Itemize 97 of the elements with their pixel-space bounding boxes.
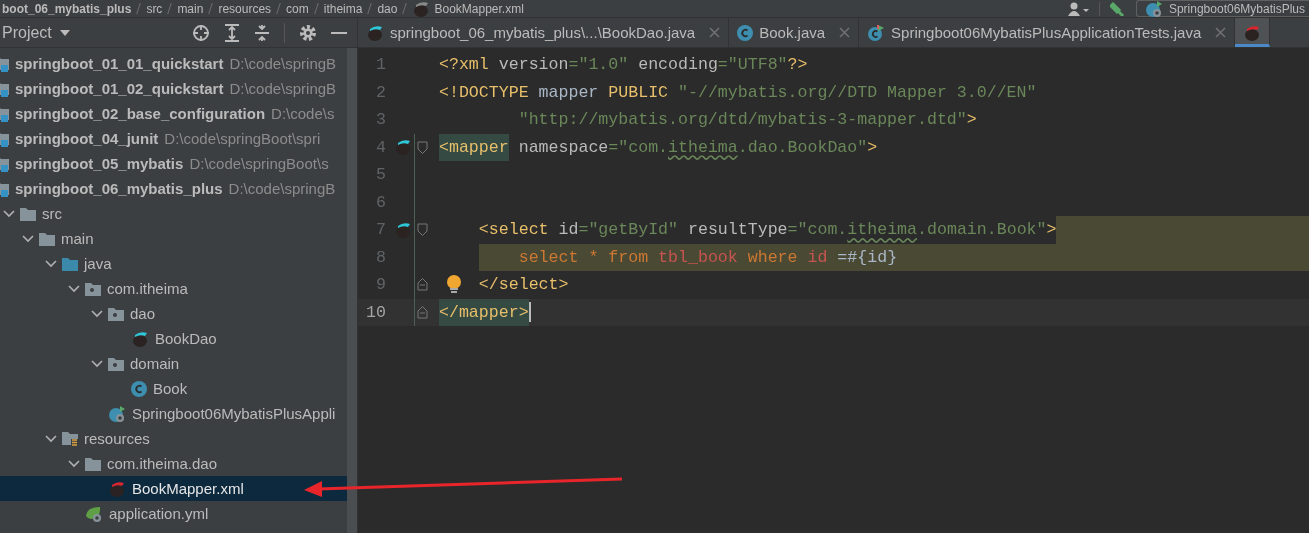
line-number: 5	[375, 165, 387, 185]
bird-icon	[108, 480, 126, 497]
module-path: D:\code\springB	[228, 180, 336, 197]
run-configuration-dropdown[interactable]: Springboot06MybatisPlus	[1135, 0, 1309, 17]
tree-item[interactable]: springboot_05_mybatis	[0, 151, 184, 176]
tree-item[interactable]: springboot_01_02_quickstart	[0, 76, 224, 101]
folder-icon	[85, 456, 101, 471]
code-line: <select id="getById" resultType="com.itheima.domain.Book">	[478, 219, 1057, 242]
editor-tab[interactable]: Springboot06MybatisPlusApplicationTests.java	[859, 18, 1236, 47]
text-caret	[528, 302, 531, 323]
tree-item[interactable]: domain	[88, 351, 180, 376]
breadcrumb-item[interactable]: dao	[377, 1, 398, 16]
package-folder-icon	[108, 306, 124, 321]
bird-icon[interactable]	[394, 139, 412, 156]
code-line: "http://mybatis.org/dtd/mybatis-3-mapper.dtd">	[518, 109, 977, 132]
editor-tab[interactable]	[1235, 18, 1271, 47]
chevron-icon[interactable]	[22, 234, 34, 243]
bird-icon	[1243, 24, 1262, 41]
line-number: 7	[375, 220, 387, 240]
chevron-icon[interactable]	[91, 359, 103, 368]
caret-icon	[59, 29, 70, 36]
breadcrumb-item[interactable]: com	[286, 1, 309, 16]
panel-title-dropdown[interactable]: Project	[0, 23, 70, 42]
module-path: D:\code\s	[271, 105, 335, 122]
resources-folder-icon	[62, 430, 78, 447]
bird-icon	[131, 330, 149, 347]
breadcrumb-item[interactable]: src	[146, 1, 163, 16]
package-folder-icon	[108, 356, 124, 371]
breadcrumb-item[interactable]: BookMapper.xml	[412, 0, 524, 17]
class-icon	[131, 380, 147, 397]
tree-item[interactable]: springboot_01_01_quickstart	[0, 51, 224, 76]
editor-tab[interactable]: Book.java	[729, 18, 860, 47]
code-line: select * from tbl_book where id =#{id}	[518, 246, 898, 269]
tree-item[interactable]: Book	[111, 376, 188, 401]
tree-item[interactable]: main	[19, 226, 94, 251]
tree-item[interactable]: application.yml	[65, 501, 209, 526]
breadcrumb-item[interactable]: main	[177, 1, 204, 16]
module-path: D:\code\springB	[229, 80, 337, 97]
user-icon[interactable]	[1066, 1, 1089, 16]
fold-marker-icon[interactable]	[417, 278, 428, 292]
chevron-icon[interactable]	[3, 209, 15, 218]
expand-all-icon[interactable]	[224, 23, 240, 42]
chevron-icon[interactable]	[68, 459, 80, 468]
fold-marker-icon[interactable]	[417, 305, 428, 319]
scrollbar[interactable]	[347, 48, 357, 533]
collapse-all-icon[interactable]	[254, 23, 270, 42]
line-number: 2	[375, 82, 387, 102]
tree-item[interactable]: springboot_02_base_configuration	[0, 101, 266, 126]
tree-item[interactable]: src	[0, 201, 62, 226]
module-path: D:\code\springBoot\s	[189, 155, 329, 172]
fold-marker-icon[interactable]	[417, 223, 428, 237]
line-number: 10	[365, 302, 387, 322]
bird-icon[interactable]	[394, 221, 412, 238]
module-path: D:\code\springBoot\spri	[164, 130, 321, 147]
light-bulb-icon[interactable]	[446, 275, 462, 294]
settings-icon[interactable]	[299, 23, 317, 42]
locate-icon[interactable]	[192, 23, 210, 42]
folder-icon	[39, 231, 55, 246]
tree-item[interactable]: BookDao	[111, 326, 217, 351]
chevron-icon[interactable]	[45, 259, 57, 268]
bird-icon	[412, 0, 431, 17]
tree-item[interactable]: java	[42, 251, 112, 276]
chevron-icon[interactable]	[68, 284, 80, 293]
tree-item[interactable]: com.itheima.dao	[65, 451, 218, 476]
tree-item[interactable]: springboot_04_junit	[0, 126, 159, 151]
code-line: <?xml version="1.0" encoding="UTF8"?>	[439, 54, 808, 77]
test-class-icon	[867, 24, 886, 41]
tree-item[interactable]: Springboot06MybatisPlusAppli	[88, 401, 336, 426]
folder-icon	[62, 256, 78, 271]
folder-icon	[20, 206, 36, 221]
spring-class-icon	[108, 405, 126, 422]
line-number: 1	[375, 55, 387, 75]
module-path: D:\code\springB	[229, 55, 337, 72]
line-number: 4	[375, 137, 387, 157]
code-line: </select>	[478, 274, 569, 297]
code-line: <!DOCTYPE mapper PUBLIC "-//mybatis.org//DTD Mapper 3.0//EN"	[439, 81, 1037, 104]
bird-icon	[366, 24, 384, 41]
chevron-icon[interactable]	[91, 309, 103, 318]
package-folder-icon	[85, 281, 101, 296]
leaf-config-icon	[85, 505, 103, 522]
editor-tab[interactable]: springboot_06_mybatis_plus\...\BookDao.java	[358, 18, 730, 47]
line-number: 6	[375, 192, 387, 212]
code-line: <mapper namespace="com.itheima.dao.BookDao">	[439, 133, 878, 161]
tree-item[interactable]: springboot_06_mybatis_plus	[0, 176, 223, 201]
tree-item[interactable]: com.itheima	[65, 276, 188, 301]
class-icon	[737, 24, 754, 41]
hammer-icon[interactable]	[1109, 1, 1126, 16]
tree-item[interactable]: resources	[42, 426, 150, 451]
line-number: 8	[375, 247, 387, 267]
breadcrumb-item[interactable]: resources	[218, 1, 272, 16]
breadcrumb-item[interactable]: itheima	[323, 1, 363, 16]
fold-marker-icon[interactable]	[417, 140, 428, 154]
line-number: 9	[375, 275, 387, 295]
tree-item[interactable]: dao	[88, 301, 156, 326]
chevron-icon[interactable]	[45, 434, 57, 443]
line-number: 3	[375, 110, 387, 130]
breadcrumb-item[interactable]: boot_06_mybatis_plus	[2, 1, 132, 16]
